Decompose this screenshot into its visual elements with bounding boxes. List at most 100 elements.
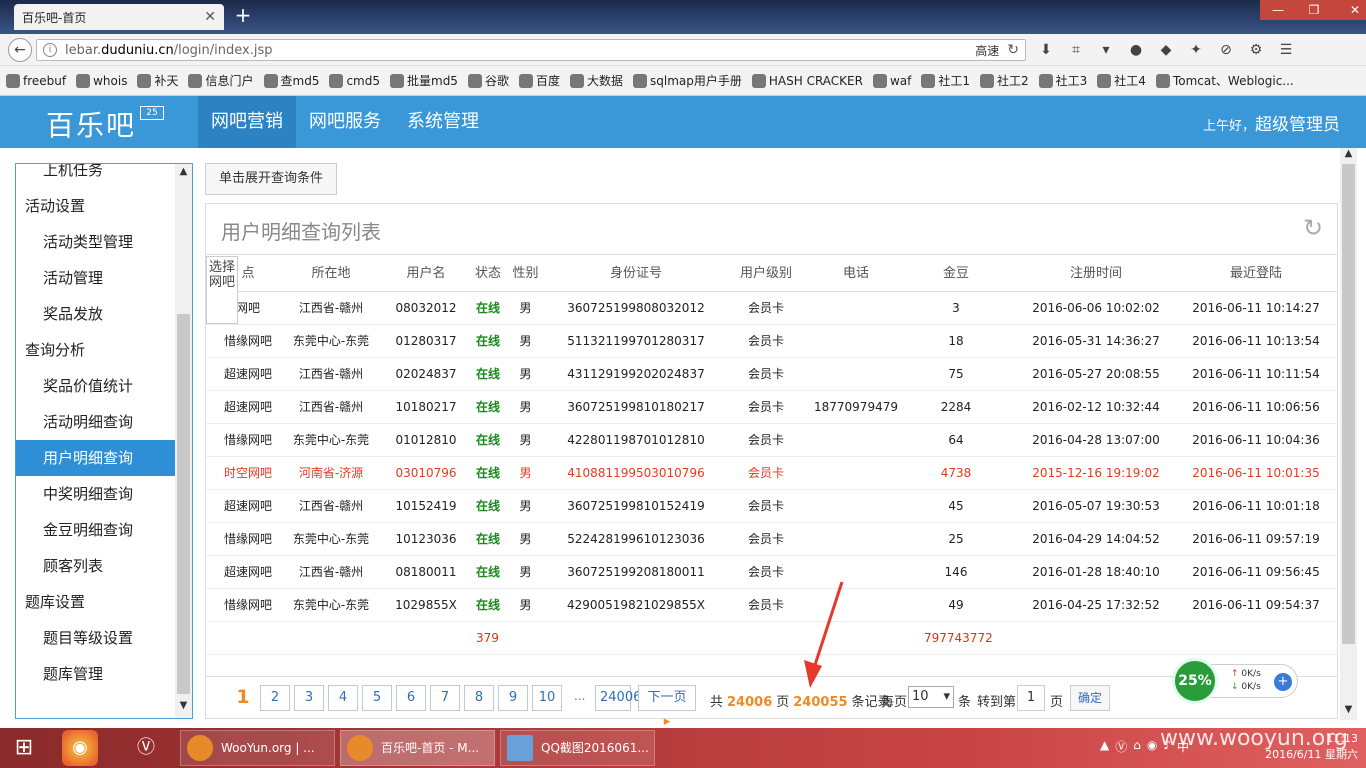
header-col-gender[interactable]: 性别 (508, 255, 543, 293)
sidebar-group[interactable]: 题库设置 (16, 584, 176, 620)
tray-up-icon[interactable]: ▲ (1100, 738, 1109, 755)
network-icon[interactable]: ⌂ (1133, 738, 1141, 755)
chevron-down-icon[interactable]: ▾ (1096, 40, 1116, 60)
network-speed-widget[interactable]: ↑ 0K/s ↓ 0K/s + 25% (1172, 658, 1298, 704)
sidebar-group[interactable]: 查询分析 (16, 332, 176, 368)
header-col-location[interactable]: 所在地 (276, 255, 386, 293)
tab-close-icon[interactable]: ✕ (204, 9, 216, 25)
next-page-button[interactable]: 下一页 ▸ (638, 685, 696, 729)
tool-icon[interactable]: ✦ (1186, 40, 1206, 60)
header-col-level[interactable]: 用户级别 (726, 255, 806, 293)
goto-page-input[interactable]: 1 (1017, 685, 1045, 711)
plus-icon[interactable]: + (1274, 673, 1292, 691)
url-text[interactable]: lebar.duduniu.cn/login/index.jsp (65, 43, 975, 58)
crop-icon[interactable]: ⌗ (1066, 40, 1086, 60)
page-button[interactable]: 9 (498, 685, 528, 711)
page-button[interactable]: 7 (430, 685, 460, 711)
page-button[interactable]: 8 (464, 685, 494, 711)
app-icon-pinned[interactable]: ◉ (62, 730, 98, 766)
table-row[interactable]: 惜缘网吧 东莞中心-东莞 1029855X 在线 男 42900519821029855X… (206, 589, 1337, 622)
fox-icon[interactable]: ◆ (1156, 40, 1176, 60)
speed-label[interactable]: 高速 (975, 42, 999, 59)
scroll-down-icon[interactable]: ▼ (175, 700, 192, 716)
greeting-user[interactable]: 超级管理员 (1255, 115, 1340, 135)
bookmark-item[interactable]: waf (872, 73, 911, 88)
table-row[interactable]: 时空网吧 河南省-济源 03010796 在线 男 410881199503010796 会… (206, 457, 1337, 490)
table-row[interactable]: 超速网吧 江西省-赣州 10152419 在线 男 360725199810152419 会… (206, 490, 1337, 523)
bookmark-item[interactable]: sqlmap用户手册 (633, 72, 742, 89)
sidebar-item[interactable]: 顾客列表 (16, 548, 176, 584)
sidebar-item[interactable]: 上机任务 (16, 164, 176, 188)
sidebar-group[interactable]: 活动设置 (16, 188, 176, 224)
scroll-up-icon[interactable]: ▲ (175, 166, 192, 182)
sidebar-item[interactable]: 活动管理 (16, 260, 176, 296)
table-row[interactable]: 超速网吧 江西省-赣州 08180011 在线 男 360725199208180011 会… (206, 556, 1337, 589)
table-row[interactable]: 网吧 江西省-赣州 08032012 在线男 360725199808032012 会员卡… (206, 292, 1337, 325)
sidebar-item[interactable]: 活动明细查询 (16, 404, 176, 440)
sidebar-item[interactable]: 奖品价值统计 (16, 368, 176, 404)
windows-start-icon[interactable]: ⊞ (8, 734, 40, 762)
bookmark-item[interactable]: 社工2 (980, 72, 1029, 89)
select-netbar-button[interactable]: 选择网吧 (206, 256, 238, 324)
bookmark-item[interactable]: 批量md5 (390, 72, 458, 89)
nav-system[interactable]: 系统管理 (394, 96, 492, 148)
minimize-icon[interactable]: — (1260, 0, 1296, 20)
maximize-icon[interactable]: ❐ (1296, 0, 1332, 20)
header-col-last-login[interactable]: 最近登陆 (1176, 255, 1336, 293)
reload-icon[interactable]: ↻ (1007, 42, 1019, 58)
main-scroll-thumb[interactable] (1342, 164, 1355, 644)
header-col-beans[interactable]: 金豆 (906, 255, 1006, 293)
browser-tab[interactable]: 百乐吧-首页 ✕ (14, 4, 224, 30)
header-col-username[interactable]: 用户名 (386, 255, 466, 293)
tray-app-icon[interactable]: Ⓥ (1115, 738, 1127, 755)
bookmark-item[interactable]: 百度 (518, 72, 560, 89)
main-scrollbar[interactable]: ▲ ▼ (1340, 148, 1357, 720)
sidebar-scroll-thumb[interactable] (177, 314, 190, 694)
table-row[interactable]: 惜缘网吧 东莞中心-东莞 01280317 在线 男 511321199701280317… (206, 325, 1337, 358)
page-button[interactable]: 6 (396, 685, 426, 711)
bookmark-item[interactable]: 社工3 (1038, 72, 1087, 89)
page-button[interactable]: 4 (328, 685, 358, 711)
expand-query-button[interactable]: 单击展开查询条件 (205, 163, 337, 195)
sidebar-scrollbar[interactable]: ▲ ▼ (175, 164, 192, 718)
per-page-select[interactable]: 10 ▾ (908, 686, 954, 708)
task-qq-screenshot[interactable]: QQ截图2016061... (500, 730, 655, 766)
new-tab-icon[interactable]: + (232, 4, 254, 28)
refresh-icon[interactable]: ↻ (1299, 214, 1327, 242)
bookmark-item[interactable]: 谷歌 (467, 72, 509, 89)
bookmark-item[interactable]: 社工1 (921, 72, 970, 89)
qq-icon[interactable]: ◉ (1147, 738, 1157, 755)
task-lebar[interactable]: 百乐吧-首页 - M... (340, 730, 495, 766)
sidebar-item[interactable]: 中奖明细查询 (16, 476, 176, 512)
bookmark-item[interactable]: Tomcat、Weblogic... (1155, 72, 1294, 89)
page-button[interactable]: 3 (294, 685, 324, 711)
page-button[interactable]: 5 (362, 685, 392, 711)
table-row[interactable]: 惜缘网吧 东莞中心-东莞 10123036 在线 男 522428199610123036… (206, 523, 1337, 556)
bookmark-item[interactable]: HASH CRACKER (751, 73, 863, 88)
table-row[interactable]: 超速网吧 江西省-赣州 02024837 在线 男 431129199202024837 会… (206, 358, 1337, 391)
header-col-id-number[interactable]: 身份证号 (546, 255, 726, 293)
table-row[interactable]: 超速网吧 江西省-赣州 10180217 在线 男 360725199810180217 会… (206, 391, 1337, 424)
nav-service[interactable]: 网吧服务 (296, 96, 394, 148)
bookmark-item[interactable]: cmd5 (329, 73, 380, 88)
menu-icon[interactable]: ☰ (1276, 40, 1296, 60)
main-scroll-down-icon[interactable]: ▼ (1340, 704, 1357, 720)
sidebar-item[interactable]: 活动类型管理 (16, 224, 176, 260)
nav-marketing[interactable]: 网吧营销 (198, 96, 296, 148)
block-icon[interactable]: ⊘ (1216, 40, 1236, 60)
sidebar-item[interactable]: 题目等级设置 (16, 620, 176, 656)
confirm-button[interactable]: 确定 (1070, 685, 1110, 711)
bookmark-item[interactable]: freebuf (6, 73, 66, 88)
page-last-button[interactable]: 24006 (595, 685, 641, 711)
bookmark-item[interactable]: 社工4 (1097, 72, 1146, 89)
download-icon[interactable]: ⬇ (1036, 40, 1056, 60)
sidebar-item[interactable]: 金豆明细查询 (16, 512, 176, 548)
sidebar-item[interactable]: 题库管理 (16, 656, 176, 692)
info-icon[interactable]: i (43, 43, 57, 57)
app-logo[interactable]: 百乐吧 (46, 104, 136, 144)
task-wooyun[interactable]: WooYun.org | ... (180, 730, 335, 766)
table-row[interactable]: 惜缘网吧 东莞中心-东莞 01012810 在线 男 422801198701012810… (206, 424, 1337, 457)
main-scroll-up-icon[interactable]: ▲ (1340, 148, 1357, 164)
bookmark-item[interactable]: 补天 (137, 72, 178, 89)
header-col-status[interactable]: 状态 (468, 255, 508, 293)
